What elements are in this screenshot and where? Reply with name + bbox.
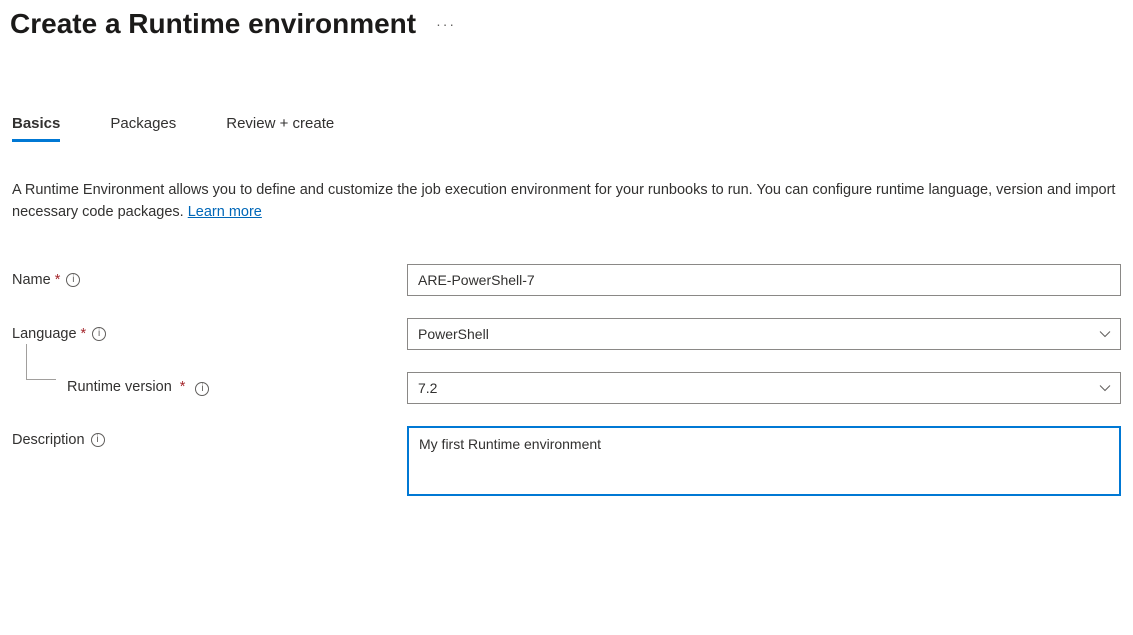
form-row-language: Language * i PowerShell [12,318,1121,350]
runtime-version-select[interactable]: 7.2 [407,372,1121,404]
language-select-value: PowerShell [418,326,489,342]
language-select[interactable]: PowerShell [407,318,1121,350]
language-label-text: Language [12,326,77,342]
name-input[interactable] [407,264,1121,296]
runtime-version-select-value: 7.2 [418,380,437,396]
info-icon[interactable]: i [91,433,105,447]
info-icon[interactable]: i [195,382,209,396]
name-label: Name * i [12,272,407,288]
required-star-icon: * [55,272,61,288]
intro-text: A Runtime Environment allows you to defi… [12,180,1117,224]
tabs-bar: Basics Packages Review + create [0,115,1133,142]
runtime-version-label-text: Runtime version [67,379,172,395]
tab-review-create[interactable]: Review + create [226,115,334,142]
learn-more-link[interactable]: Learn more [188,204,262,220]
more-actions-icon[interactable]: ··· [436,16,456,32]
tab-packages[interactable]: Packages [110,115,176,142]
runtime-version-label: Runtime version * i [12,379,407,396]
form-row-description: Description i [12,426,1121,496]
tree-connector-icon [26,344,56,380]
form-row-name: Name * i [12,264,1121,296]
intro-text-body: A Runtime Environment allows you to defi… [12,182,1115,220]
form-row-runtime-version: Runtime version * i 7.2 [12,372,1121,404]
required-star-icon: * [81,326,87,342]
info-icon[interactable]: i [66,273,80,287]
description-label-text: Description [12,432,85,448]
required-star-icon: * [180,379,186,395]
description-textarea[interactable] [407,426,1121,496]
page-title: Create a Runtime environment [10,8,416,40]
language-label: Language * i [12,326,407,342]
tab-basics[interactable]: Basics [12,115,60,142]
name-label-text: Name [12,272,51,288]
description-label: Description i [12,426,407,448]
info-icon[interactable]: i [92,327,106,341]
